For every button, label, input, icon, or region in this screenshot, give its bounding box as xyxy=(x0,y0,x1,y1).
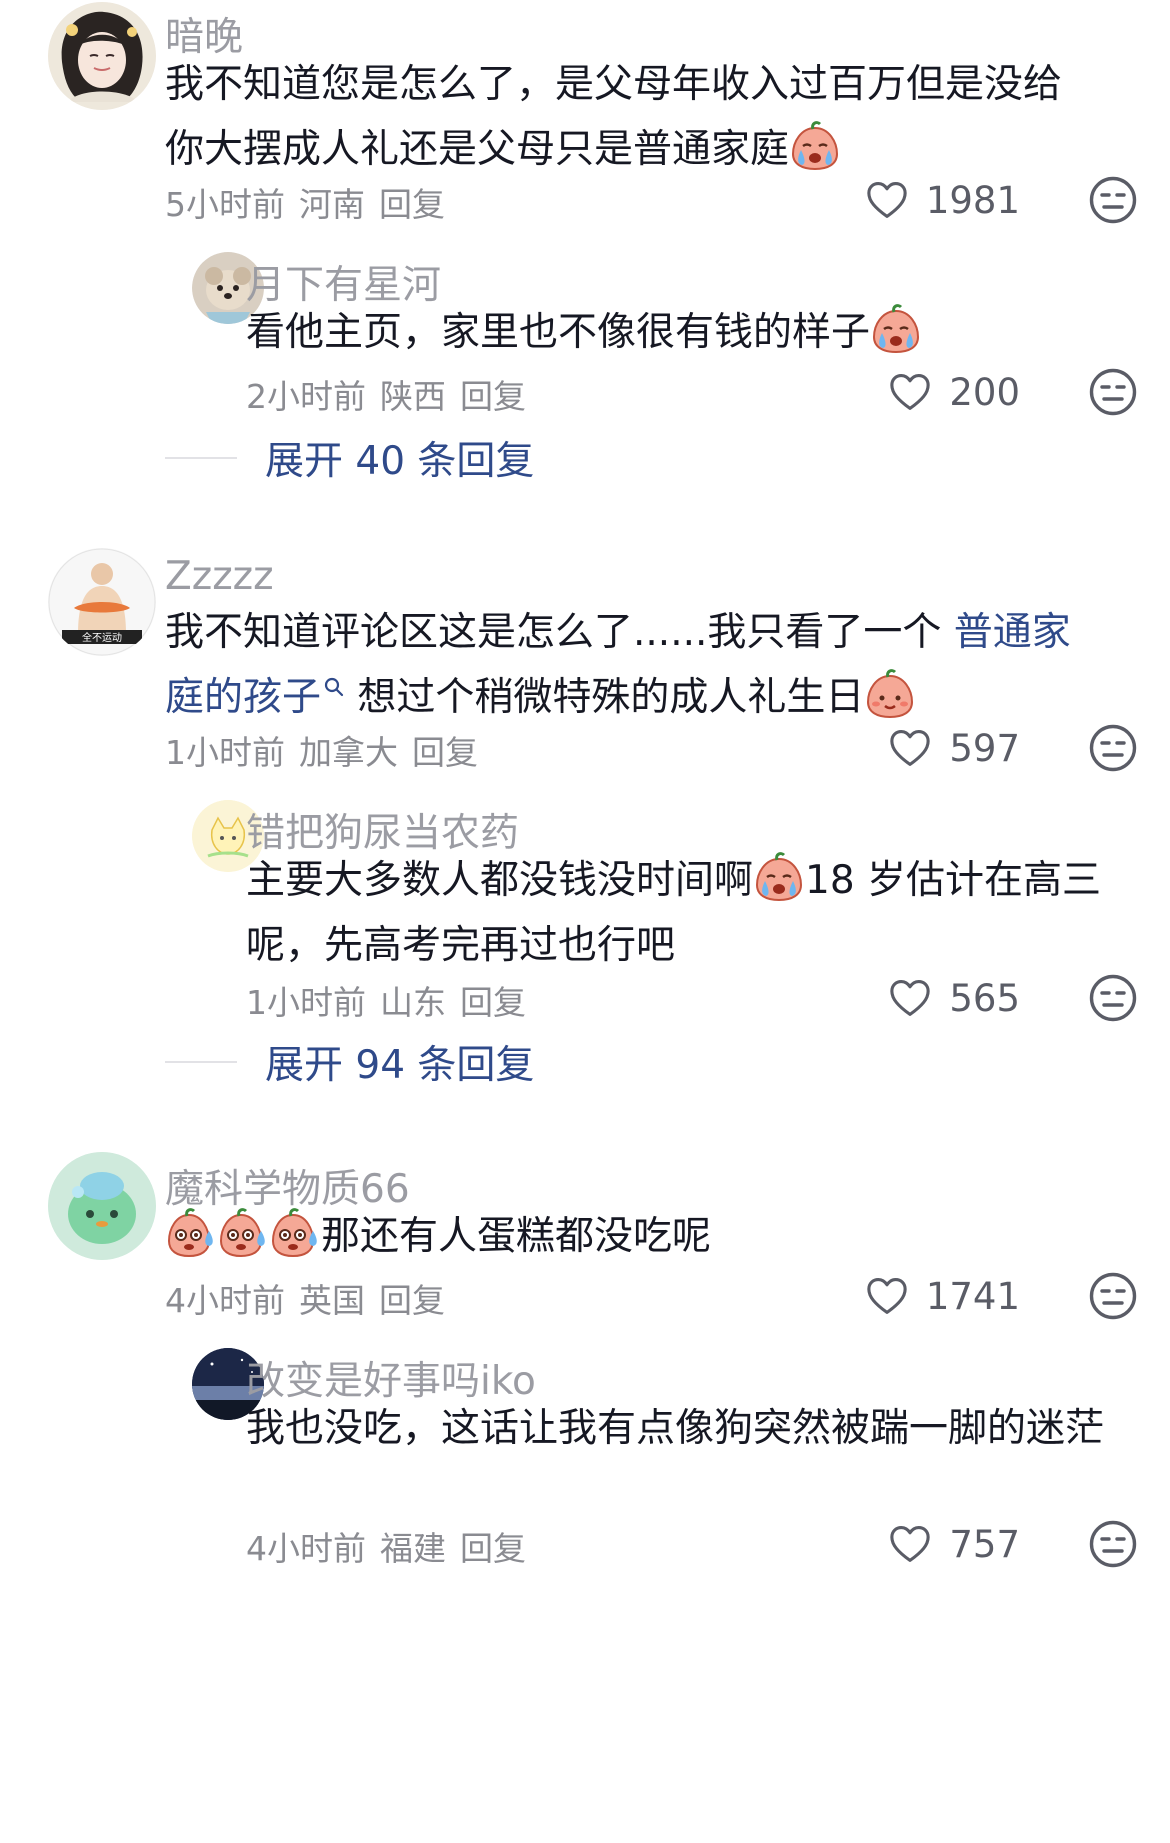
reply-button[interactable]: 回复 xyxy=(412,733,478,772)
like-count: 597 xyxy=(949,726,1020,770)
dislike-face-icon[interactable] xyxy=(1088,1271,1138,1321)
reply-button[interactable]: 回复 xyxy=(379,1281,445,1320)
search-small-icon xyxy=(324,677,344,697)
like-button[interactable]: 200 xyxy=(889,366,1020,418)
dislike-face-icon[interactable] xyxy=(1088,973,1138,1023)
reply-location: 山东 xyxy=(380,983,446,1022)
heart-icon xyxy=(866,1277,908,1315)
sweat-emoji xyxy=(165,1207,217,1259)
avatar-caption: 全不运动 xyxy=(82,631,122,644)
reply-location: 陕西 xyxy=(380,377,446,416)
expand-replies-button[interactable]: 展开 94 条回复 xyxy=(165,1032,534,1092)
dislike-face-icon[interactable] xyxy=(1088,367,1138,417)
comment-text-part: 想过个稍微特殊的成人礼生日 xyxy=(345,675,865,720)
reply-time: 4小时前 xyxy=(246,1529,366,1568)
like-button[interactable]: 1981 xyxy=(866,174,1020,226)
like-button[interactable]: 565 xyxy=(889,972,1020,1024)
like-count: 757 xyxy=(949,1522,1020,1566)
like-button[interactable]: 757 xyxy=(889,1518,1020,1570)
comment-text-content: 我不知道您是怎么了，是父母年收入过百万但是没给你大摆成人礼还是父母只是普通家庭 xyxy=(165,62,1063,172)
dislike-face-icon[interactable] xyxy=(1088,1519,1138,1569)
reply-time: 1小时前 xyxy=(246,983,366,1022)
comment-text: 我不知道您是怎么了，是父母年收入过百万但是没给你大摆成人礼还是父母只是普通家庭 xyxy=(165,52,1095,182)
crying-emoji xyxy=(789,120,841,172)
divider xyxy=(165,1061,237,1063)
dislike-face-icon[interactable] xyxy=(1088,723,1138,773)
username[interactable]: Zzzzz xyxy=(165,554,274,599)
comment-meta: 4小时前 英国 回复 xyxy=(165,1274,459,1322)
comment-time: 4小时前 xyxy=(165,1281,285,1320)
comment-text: 我不知道评论区这是怎么了......我只看了一个 普通家庭的孩子 想过个稍微特殊… xyxy=(165,600,1095,730)
expand-replies-button[interactable]: 展开 40 条回复 xyxy=(165,428,534,488)
comment-location: 英国 xyxy=(299,1281,365,1320)
crying-emoji xyxy=(870,303,922,355)
reply-time: 2小时前 xyxy=(246,377,366,416)
avatar[interactable] xyxy=(48,2,156,110)
avatar[interactable]: 全不运动 xyxy=(48,548,156,656)
sweat-emoji xyxy=(217,1207,269,1259)
comment-location: 河南 xyxy=(299,185,365,224)
crying-emoji xyxy=(753,851,805,903)
reply-meta: 1小时前 山东 回复 xyxy=(246,976,540,1024)
reply-text: 主要大多数人都没钱没时间啊 18 岁估计在高三呢，先高考完再过也行吧 xyxy=(246,848,1126,978)
reply-meta: 4小时前 福建 回复 xyxy=(246,1522,540,1570)
reply-button[interactable]: 回复 xyxy=(460,377,526,416)
reply-button[interactable]: 回复 xyxy=(379,185,445,224)
reply-text: 看他主页，家里也不像很有钱的样子 xyxy=(246,300,1126,365)
comment-text-content: 那还有人蛋糕都没吃呢 xyxy=(321,1214,712,1259)
like-button[interactable]: 597 xyxy=(889,722,1020,774)
reply-button[interactable]: 回复 xyxy=(460,1529,526,1568)
heart-icon xyxy=(889,729,931,767)
reply-location: 福建 xyxy=(380,1529,446,1568)
smile-emoji xyxy=(864,668,916,720)
like-count: 1981 xyxy=(925,178,1020,222)
reply-text-part: 主要大多数人都没钱没时间啊 xyxy=(246,858,754,903)
reply-button[interactable]: 回复 xyxy=(460,983,526,1022)
comment-text-part: 我不知道评论区这是怎么了......我只看了一个 xyxy=(165,610,954,655)
like-count: 200 xyxy=(949,370,1020,414)
dislike-face-icon[interactable] xyxy=(1088,175,1138,225)
heart-icon xyxy=(866,181,908,219)
heart-icon xyxy=(889,373,931,411)
comment-meta: 5小时前 河南 回复 xyxy=(165,178,459,226)
like-count: 565 xyxy=(949,976,1020,1020)
sweat-emoji xyxy=(269,1207,321,1259)
like-button[interactable]: 1741 xyxy=(866,1270,1020,1322)
comment-meta: 1小时前 加拿大 回复 xyxy=(165,726,492,774)
comment-location: 加拿大 xyxy=(299,733,398,772)
divider xyxy=(165,457,237,459)
expand-replies-label: 展开 40 条回复 xyxy=(265,439,535,484)
like-count: 1741 xyxy=(925,1274,1020,1318)
reply-text: 我也没吃，这话让我有点像狗突然被踹一脚的迷茫 xyxy=(246,1406,1105,1451)
comment-time: 1小时前 xyxy=(165,733,285,772)
heart-icon xyxy=(889,1525,931,1563)
avatar[interactable] xyxy=(48,1152,156,1260)
comment-text: 那还有人蛋糕都没吃呢 xyxy=(165,1204,1095,1269)
heart-icon xyxy=(889,979,931,1017)
reply-text-content: 看他主页，家里也不像很有钱的样子 xyxy=(246,310,871,355)
expand-replies-label: 展开 94 条回复 xyxy=(265,1043,535,1088)
reply-meta: 2小时前 陕西 回复 xyxy=(246,370,540,418)
comment-time: 5小时前 xyxy=(165,185,285,224)
